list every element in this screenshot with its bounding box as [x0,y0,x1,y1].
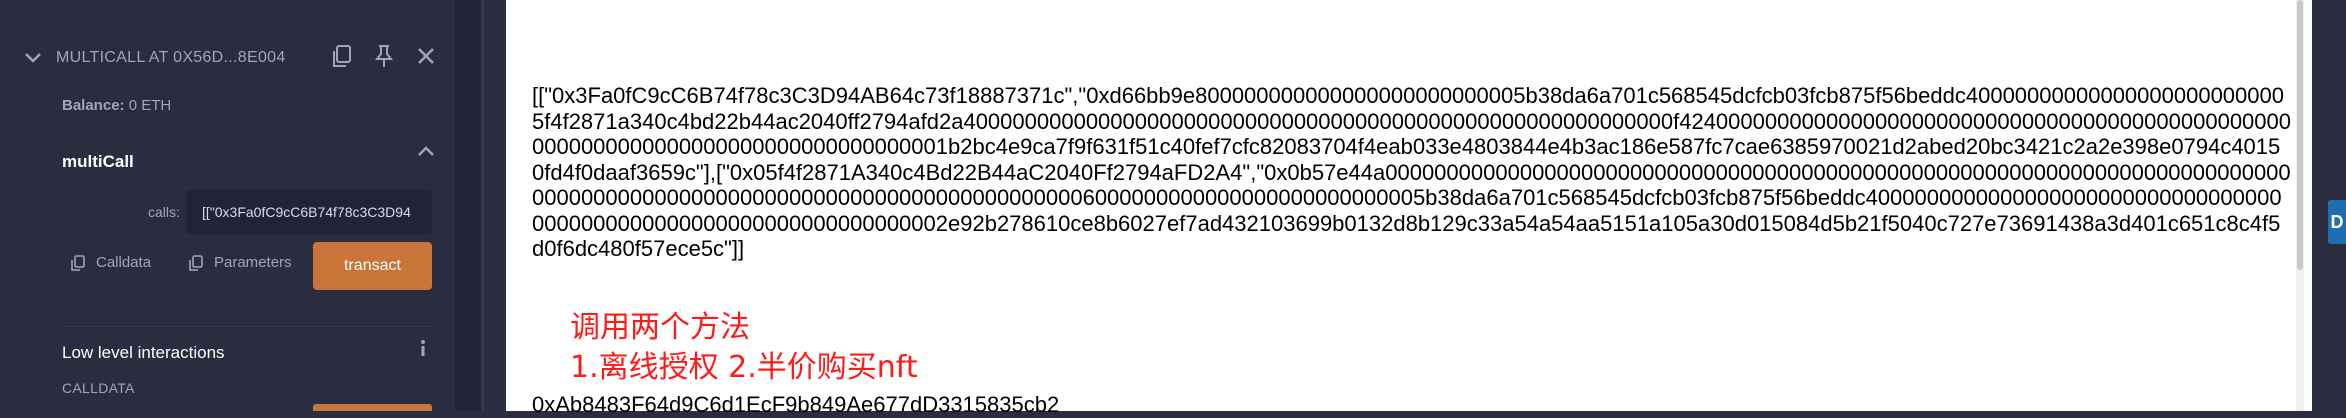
chevron-down-icon[interactable] [20,45,46,71]
balance-label: Balance: [62,97,125,114]
deploy-run-panel: MULTICALL AT 0X56D...8E004 Balance: 0 ET… [0,0,455,411]
low-level-title: Low level interactions [62,343,225,362]
annotation-line-2: 1.离线授权 2.半价购买nft [570,350,918,385]
parameters-button-label: Parameters [214,254,292,271]
scrollbar-thumb[interactable] [2297,0,2303,270]
instance-actions [328,42,440,70]
calldata-label: CALLDATA [62,380,135,396]
panel-divider[interactable] [455,0,480,411]
calldata-button-label: Calldata [96,254,152,271]
annotation-line-1: 调用两个方法 [570,310,750,345]
output-text: [["0x3Fa0fC9cC6B74f78c3C3D94AB64c73f1888… [532,83,2291,261]
transact-button[interactable]: transact [313,242,432,290]
annotation-note: 调用两个方法 1.离线授权 2.半价购买nft [570,308,918,388]
balance: Balance: 0 ETH [62,97,171,114]
edge-tab[interactable]: D [2328,200,2346,244]
calls-param-label: calls: [148,204,180,220]
parameters-button[interactable]: Parameters [188,254,292,271]
balance-value: 0 ETH [128,97,172,114]
panel-gap [484,0,506,411]
chevron-up-icon[interactable] [414,140,438,164]
pin-icon[interactable] [370,42,398,70]
function-name: multiCall [62,152,134,171]
calldata-button[interactable]: Calldata [70,254,151,271]
close-icon[interactable] [412,42,440,70]
transact-button-partial[interactable] [313,404,432,411]
calls-param-input[interactable]: [["0x3Fa0fC9cC6B74f78c3C3D94 [186,190,432,234]
divider [62,326,432,327]
instance-header[interactable]: MULTICALL AT 0X56D...8E004 [20,36,440,80]
copy-icon [71,254,85,271]
copy-icon [189,254,203,271]
info-icon[interactable] [414,337,432,359]
address-line: 0xAb8483F64d9C6d1EcF9b849Ae677dD3315835c… [532,392,1060,417]
right-scrollbar[interactable] [2296,0,2304,411]
copy-icon[interactable] [328,42,356,70]
instance-title: MULTICALL AT 0X56D...8E004 [56,49,286,66]
